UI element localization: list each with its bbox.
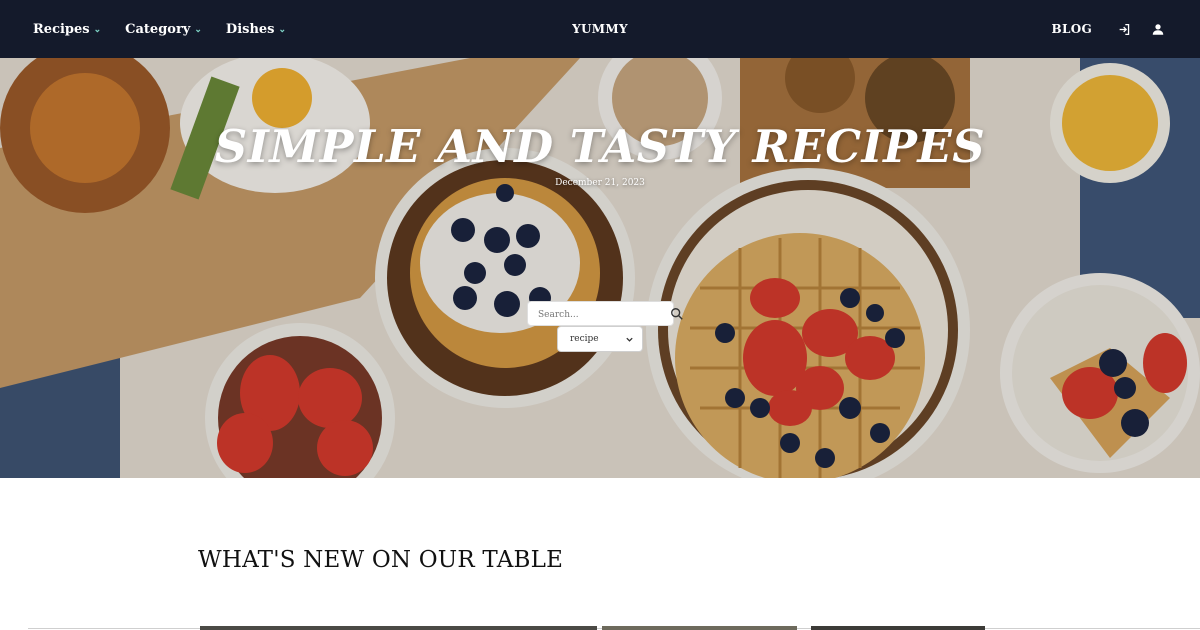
top-navbar: Recipes ⌄ Category ⌄ Dishes ⌄ YUMMY BLOG: [0, 0, 1200, 58]
nav-item-label: Category: [125, 21, 191, 37]
nav-item-recipes[interactable]: Recipes ⌄: [33, 22, 101, 37]
search-box: [527, 301, 674, 327]
chevron-down-icon: [626, 337, 633, 342]
user-icon[interactable]: [1150, 21, 1166, 37]
nav-item-label: Dishes: [225, 21, 275, 37]
section-title: WHAT'S NEW ON OUR TABLE: [198, 547, 564, 573]
card-thumbnail[interactable]: [602, 626, 797, 630]
chevron-down-icon: ⌄: [194, 25, 202, 35]
nav-item-category[interactable]: Category ⌄: [125, 22, 202, 37]
card-thumbnail[interactable]: [200, 626, 597, 630]
login-icon[interactable]: [1116, 21, 1132, 37]
nav-item-dishes[interactable]: Dishes ⌄: [226, 22, 286, 37]
hero-date: December 21, 2023: [555, 178, 645, 188]
nav-menu: Recipes ⌄ Category ⌄ Dishes ⌄: [33, 0, 286, 58]
search-type-select[interactable]: recipe: [557, 326, 643, 352]
nav-item-label: Recipes: [33, 21, 90, 37]
hero-title: SIMPLE AND TASTY RECIPES: [214, 120, 986, 173]
search-icon[interactable]: [670, 307, 684, 321]
chevron-down-icon: ⌄: [93, 25, 102, 35]
blog-link[interactable]: BLOG: [1052, 22, 1092, 36]
card-thumbnail[interactable]: [811, 626, 985, 630]
hero-banner: SIMPLE AND TASTY RECIPES December 21, 20…: [0, 58, 1200, 478]
search-type-value: recipe: [570, 334, 599, 344]
chevron-down-icon: ⌄: [278, 25, 287, 35]
search-input[interactable]: [528, 303, 673, 327]
nav-actions: BLOG: [1052, 0, 1166, 58]
